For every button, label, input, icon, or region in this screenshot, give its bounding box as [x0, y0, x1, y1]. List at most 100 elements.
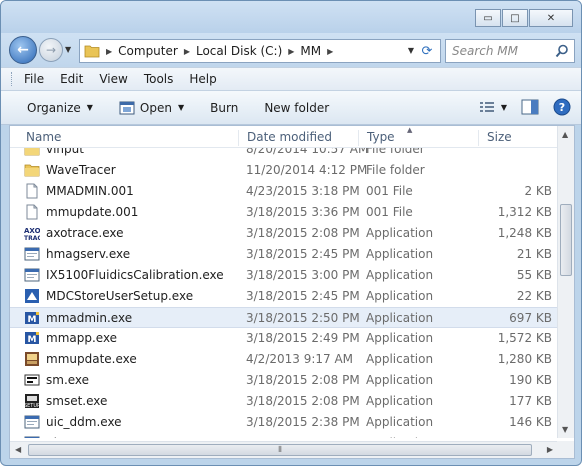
breadcrumb-local-disk[interactable]: ▶ Local Disk (C:) — [184, 44, 282, 58]
svg-text:SETUP: SETUP — [24, 403, 40, 409]
file-date-modified: 3/18/2015 3:36 PM — [246, 205, 360, 219]
file-name: IX5100FluidicsCalibration.exe — [46, 268, 224, 282]
folder-icon — [24, 162, 40, 178]
menu-file[interactable]: File — [24, 72, 44, 86]
file-type: 001 File — [366, 205, 413, 219]
scroll-down-icon[interactable]: ▼ — [562, 425, 568, 434]
organize-button[interactable]: Organize ▼ — [27, 101, 93, 115]
breadcrumb-more[interactable]: ▶ — [327, 47, 339, 56]
file-type: 001 File — [366, 184, 413, 198]
file-row[interactable]: hmagserv.exe 3/18/2015 2:45 PM Application… — [10, 244, 558, 265]
open-button[interactable]: Open ▼ — [119, 101, 184, 115]
column-name[interactable]: Name — [18, 130, 246, 146]
file-size: 1,248 KB — [497, 226, 552, 240]
file-list-pane: Name Date modified ▲ Type Size vinput 8/2… — [9, 125, 575, 459]
open-app-icon — [119, 101, 135, 114]
file-type: File folder — [366, 163, 425, 177]
file-name: mmupdate.001 — [46, 205, 139, 219]
app-window-icon — [24, 246, 40, 262]
mm-icon: M — [24, 330, 40, 346]
close-button[interactable]: ✕ — [529, 9, 573, 27]
preview-pane-icon[interactable] — [521, 99, 539, 115]
new-folder-button[interactable]: New folder — [264, 101, 329, 115]
file-row[interactable]: mmupdate.001 3/18/2015 3:36 PM 001 File 1,3… — [10, 202, 558, 223]
search-placeholder: Search MM — [452, 44, 519, 58]
file-row[interactable]: AXOTRACEaxotrace.exe3/18/2015 2:08 PMApp… — [10, 223, 558, 244]
change-view-icon[interactable] — [479, 100, 497, 114]
file-row[interactable]: MMADMIN.001 4/23/2015 3:18 PM 001 File 2 KB — [10, 181, 558, 202]
file-size: 21 KB — [516, 247, 552, 261]
view-dropdown-icon[interactable]: ▼ — [501, 103, 507, 112]
file-row[interactable]: uic_ddm.exe 3/18/2015 2:38 PM Application 1… — [10, 412, 558, 433]
file-row[interactable]: MDCStoreUserSetup.exe 3/18/2015 2:45 PM Ap… — [10, 286, 558, 307]
file-name: hmagserv.exe — [46, 247, 131, 261]
recent-pages-dropdown[interactable]: ▼ — [65, 45, 71, 54]
scroll-up-icon[interactable]: ▲ — [562, 130, 568, 139]
address-history-dropdown[interactable]: ▼ — [408, 46, 414, 55]
title-bar: ▭ □ ✕ — [1, 1, 581, 33]
command-bar: Organize ▼ Open ▼ Burn New folder ▼ ? — [1, 91, 581, 125]
scroll-corner — [557, 441, 574, 458]
file-row[interactable]: sm.exe 3/18/2015 2:08 PM Application 190 KB — [10, 370, 558, 391]
file-size: 55 KB — [516, 268, 552, 282]
file-size: 190 KB — [509, 373, 552, 387]
address-bar[interactable]: ▶ Computer ▶ Local Disk (C:) ▶ MM ▶ ▼ ⟳ — [79, 39, 441, 63]
search-input[interactable]: Search MM — [445, 39, 575, 63]
svg-text:AXO: AXO — [24, 227, 40, 235]
column-size[interactable]: Size — [478, 130, 558, 146]
file-row[interactable]: vinput 8/20/2014 10:57 AM File folder — [10, 148, 558, 160]
file-row[interactable]: Mmmapp.exe 3/18/2015 2:49 PM Application 1,… — [10, 328, 558, 349]
setup-icon: SETUP — [24, 393, 40, 409]
forward-button[interactable]: → — [39, 38, 63, 62]
svg-text:TRACE: TRACE — [24, 235, 40, 241]
file-row[interactable]: SETUP smset.exe 3/18/2015 2:08 PM Applicati… — [10, 391, 558, 412]
file-type: File folder — [366, 148, 425, 156]
file-name: mmadmin.exe — [46, 311, 133, 325]
folder-icon — [24, 148, 40, 157]
axon-icon: AXOTRACE — [24, 225, 46, 242]
file-name: vinput — [46, 148, 84, 156]
menu-edit[interactable]: Edit — [60, 72, 83, 86]
horizontal-scrollbar[interactable]: ◀ ⦀ ▶ — [10, 441, 558, 458]
file-row[interactable]: WaveTracer 11/20/2014 4:12 PM File folder — [10, 160, 558, 181]
scroll-right-icon[interactable]: ▶ — [547, 445, 553, 454]
back-button[interactable]: ← — [9, 36, 37, 64]
vertical-scrollbar[interactable]: ▲ ▼ — [557, 126, 574, 438]
search-icon[interactable] — [555, 44, 569, 58]
view-controls: ▼ ? — [479, 98, 571, 116]
horizontal-scroll-thumb[interactable]: ⦀ — [28, 444, 532, 456]
file-rows: vinput 8/20/2014 10:57 AM File folder WaveT… — [10, 148, 558, 438]
minimize-button[interactable]: ▭ — [475, 9, 501, 27]
refresh-icon[interactable]: ⟳ — [418, 42, 436, 60]
file-date-modified: 3/18/2015 2:45 PM — [246, 289, 360, 303]
file-row[interactable]: IX5100FluidicsCalibration.exe 3/18/2015 3… — [10, 265, 558, 286]
file-date-modified: 3/18/2015 2:37 PM — [246, 436, 360, 438]
file-name: smset.exe — [46, 394, 108, 408]
breadcrumb-mm[interactable]: ▶ MM — [288, 44, 321, 58]
column-date-modified[interactable]: Date modified — [238, 130, 358, 146]
chevron-down-icon: ▼ — [177, 103, 185, 112]
file-row[interactable]: uic_tsp.exe 3/18/2015 2:37 PM Application 1… — [10, 433, 558, 438]
file-row[interactable]: mmupdate.exe 4/2/2013 9:17 AM Application 1… — [10, 349, 558, 370]
file-type: Application — [366, 415, 434, 429]
burn-button[interactable]: Burn — [210, 101, 238, 115]
column-type[interactable]: ▲ Type — [358, 126, 478, 146]
app-window-icon — [24, 267, 40, 283]
breadcrumb-computer[interactable]: ▶ Computer — [106, 44, 178, 58]
file-size: 1,312 KB — [497, 205, 552, 219]
explorer-window: ▭ □ ✕ ← → ▼ ▶ Computer ▶ Local Disk (C:) ▶… — [0, 0, 582, 466]
svg-text:M: M — [28, 315, 37, 325]
mdc-icon — [24, 288, 40, 304]
file-type: Application — [366, 373, 434, 387]
scroll-left-icon[interactable]: ◀ — [15, 445, 21, 454]
menu-grip — [11, 72, 14, 86]
maximize-button[interactable]: □ — [502, 9, 528, 27]
help-icon[interactable]: ? — [553, 98, 571, 116]
app-window-icon — [24, 414, 40, 430]
file-size: 2 KB — [524, 184, 552, 198]
vertical-scroll-thumb[interactable] — [560, 204, 572, 276]
menu-tools[interactable]: Tools — [144, 72, 174, 86]
menu-help[interactable]: Help — [189, 72, 216, 86]
menu-view[interactable]: View — [99, 72, 127, 86]
file-row[interactable]: Mmmadmin.exe 3/18/2015 2:50 PM Application… — [10, 307, 558, 328]
